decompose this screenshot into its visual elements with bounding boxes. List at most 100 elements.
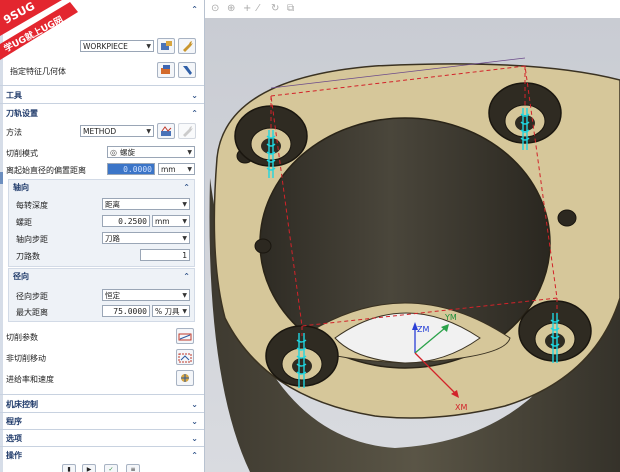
tools-section-header[interactable]: 工具 ⌄ bbox=[6, 88, 198, 102]
wrench-icon bbox=[182, 41, 193, 52]
max-distance-unit-value: % 刀具 bbox=[155, 306, 180, 316]
pencil-icon[interactable]: ⁄ bbox=[257, 3, 259, 14]
machine-control-section-header[interactable]: 机床控制 ⌄ bbox=[6, 397, 198, 411]
dropdown-arrow-icon: ▼ bbox=[182, 291, 187, 299]
collapse-chevron-icon[interactable]: ⌃ bbox=[191, 451, 198, 460]
non-cut-moves-label: 非切削移动 bbox=[6, 353, 46, 363]
new-method-button[interactable] bbox=[157, 123, 175, 139]
non-cut-moves-row: 非切削移动 bbox=[6, 351, 106, 365]
snap-circle-icon[interactable]: ⊙ bbox=[211, 3, 219, 14]
generate-button[interactable]: ▮ bbox=[62, 464, 76, 472]
toolpath-section-header[interactable]: 刀轨设置 ⌃ bbox=[6, 106, 198, 120]
verify-icon: ✓ bbox=[108, 465, 114, 472]
non-cut-moves-button[interactable] bbox=[176, 349, 194, 365]
pitch-input[interactable]: 0.2500 bbox=[102, 215, 150, 227]
9sug-logo: 9SUG 学UG就上UG网 bbox=[0, 0, 78, 62]
dropdown-arrow-icon: ▼ bbox=[146, 42, 151, 50]
cut-mode-row: 切削模式 bbox=[6, 146, 106, 160]
dropdown-arrow-icon: ▼ bbox=[182, 217, 187, 225]
dropdown-arrow-icon: ▼ bbox=[182, 200, 187, 208]
expand-chevron-icon[interactable]: ⌄ bbox=[191, 400, 198, 409]
depth-per-rev-label: 每转深度 bbox=[16, 200, 48, 210]
cut-mode-label: 切削模式 bbox=[6, 148, 38, 158]
radial-step-label: 径向步距 bbox=[16, 291, 48, 301]
max-distance-row: 最大距离 bbox=[16, 305, 96, 319]
offset-unit-value: mm bbox=[161, 164, 176, 174]
depth-per-rev-value: 距离 bbox=[105, 199, 120, 209]
edit-method-button[interactable] bbox=[178, 123, 196, 139]
collapse-chevron-icon[interactable]: ⌃ bbox=[183, 183, 190, 192]
program-title: 程序 bbox=[6, 416, 22, 426]
axis-ym-label: YM bbox=[444, 313, 457, 322]
feeds-speeds-button[interactable] bbox=[176, 370, 194, 386]
offset-row: 离起始直径的偏置距离 bbox=[6, 163, 116, 177]
expand-chevron-icon[interactable]: ⌄ bbox=[191, 417, 198, 426]
max-distance-unit-dropdown[interactable]: % 刀具 ▼ bbox=[152, 305, 190, 317]
cut-params-button[interactable] bbox=[176, 328, 194, 344]
radial-group-header[interactable]: 径向 ⌃ bbox=[13, 270, 190, 283]
feeds-speeds-row: 进给率和速度 bbox=[6, 372, 106, 386]
viewport-toolbar: ⊙ ⊕ + ⁄ ↻ ⧉ bbox=[205, 0, 620, 18]
new-geometry-button[interactable] bbox=[157, 38, 175, 54]
options-title: 选项 bbox=[6, 433, 22, 443]
expand-chevron-icon[interactable]: ⌄ bbox=[191, 91, 198, 100]
collapse-chevron-icon[interactable]: ⌃ bbox=[191, 5, 198, 14]
verify-button[interactable]: ✓ bbox=[104, 464, 118, 472]
program-section-header[interactable]: 程序 ⌄ bbox=[6, 414, 198, 428]
offset-distance-input[interactable]: 0.0000 bbox=[107, 163, 155, 175]
operation-dialog-panel: ⌃ WORKPIECE ▼ 指定特征几何体 9SUG 学UG就上UG网 工具 ⌄… bbox=[0, 0, 205, 472]
edit-geometry-button[interactable] bbox=[178, 38, 196, 54]
expand-chevron-icon[interactable]: ⌄ bbox=[191, 434, 198, 443]
dropdown-arrow-icon: ▼ bbox=[187, 148, 192, 156]
depth-per-rev-dropdown[interactable]: 距离 ▼ bbox=[102, 198, 190, 210]
feeds-speeds-icon bbox=[181, 374, 189, 382]
pitch-unit-dropdown[interactable]: mm ▼ bbox=[152, 215, 190, 227]
list-button[interactable]: ≡ bbox=[126, 464, 140, 472]
replay-button[interactable]: ▶ bbox=[82, 464, 96, 472]
non-cut-moves-icon bbox=[178, 353, 192, 363]
method-dropdown[interactable]: METHOD ▼ bbox=[80, 125, 154, 137]
flashlight-icon bbox=[182, 66, 192, 75]
actions-title: 操作 bbox=[6, 450, 22, 460]
passes-label: 刀路数 bbox=[16, 251, 40, 261]
offset-unit-dropdown[interactable]: mm ▼ bbox=[158, 163, 195, 175]
cut-mode-dropdown[interactable]: ◎ 螺旋 ▼ bbox=[107, 146, 195, 158]
layers-icon[interactable]: ⧉ bbox=[287, 3, 294, 14]
radial-step-dropdown[interactable]: 恒定 ▼ bbox=[102, 289, 190, 301]
options-section-header[interactable]: 选项 ⌄ bbox=[6, 431, 198, 445]
small-hole-lower-left bbox=[254, 238, 272, 254]
method-row: 方法 bbox=[6, 125, 66, 139]
cut-params-row: 切削参数 bbox=[6, 330, 106, 344]
dropdown-arrow-icon: ▼ bbox=[182, 307, 187, 315]
select-feature-button[interactable] bbox=[157, 62, 175, 78]
collapse-chevron-icon[interactable]: ⌃ bbox=[183, 272, 190, 281]
pitch-row: 螺距 bbox=[16, 215, 76, 229]
graphics-viewport[interactable]: ZM YM XM bbox=[205, 18, 620, 472]
plus-icon[interactable]: + bbox=[243, 3, 251, 14]
workpiece-dropdown[interactable]: WORKPIECE ▼ bbox=[80, 40, 154, 52]
geometry-icon bbox=[160, 41, 172, 50]
display-feature-button[interactable] bbox=[178, 62, 196, 78]
axial-step-dropdown[interactable]: 刀路 ▼ bbox=[102, 232, 190, 244]
dropdown-arrow-icon: ▼ bbox=[187, 165, 192, 173]
axial-step-label: 轴向步距 bbox=[16, 234, 48, 244]
max-distance-input[interactable]: 75.0000 bbox=[102, 305, 150, 317]
list-icon: ≡ bbox=[130, 465, 136, 472]
rotate-icon[interactable]: ↻ bbox=[271, 3, 279, 14]
method-label: 方法 bbox=[6, 127, 22, 137]
axial-step-row: 轴向步距 bbox=[16, 232, 96, 246]
geometry-section-header[interactable]: ⌃ bbox=[80, 2, 198, 16]
axial-group-header[interactable]: 轴向 ⌃ bbox=[13, 181, 190, 194]
counterbore-top-right bbox=[488, 82, 562, 144]
panel-resize-handle[interactable] bbox=[0, 172, 3, 184]
feeds-speeds-label: 进给率和速度 bbox=[6, 374, 54, 384]
max-distance-label: 最大距离 bbox=[16, 307, 48, 317]
actions-section-header[interactable]: 操作 ⌃ bbox=[6, 448, 198, 462]
passes-input[interactable]: 1 bbox=[140, 249, 190, 261]
small-hole-right bbox=[557, 209, 577, 227]
cut-params-icon bbox=[178, 333, 192, 341]
tools-section-title: 工具 bbox=[6, 90, 22, 100]
collapse-chevron-icon[interactable]: ⌃ bbox=[191, 109, 198, 118]
target-icon[interactable]: ⊕ bbox=[227, 3, 235, 14]
radial-step-row: 径向步距 bbox=[16, 289, 96, 303]
